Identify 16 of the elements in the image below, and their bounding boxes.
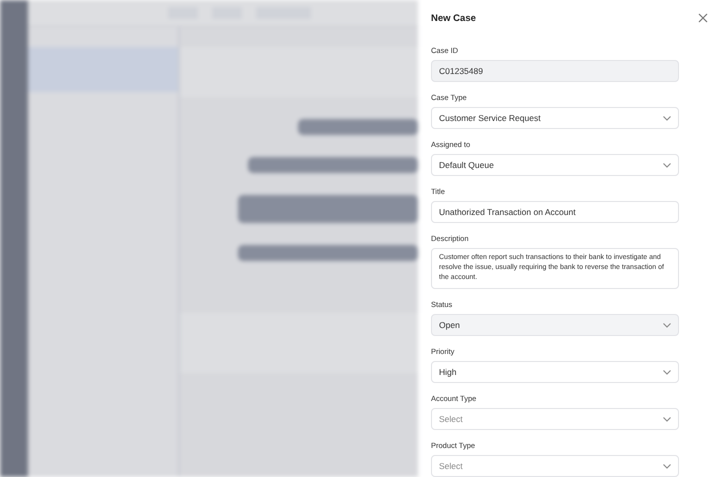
- dropdown-field[interactable]: Select: [431, 455, 679, 477]
- chevron-down-icon: [663, 370, 671, 374]
- text-field[interactable]: Unathorized Transaction on Account: [431, 201, 679, 223]
- dropdown-field[interactable]: Default Queue: [431, 154, 679, 176]
- dropdown-field[interactable]: Select: [431, 408, 679, 430]
- chevron-down-icon: [663, 162, 671, 168]
- chevron-down-icon: [663, 116, 671, 120]
- chevron-down-icon: [663, 464, 671, 468]
- panel-title: New Case: [431, 12, 476, 24]
- close-icon[interactable]: [698, 13, 708, 23]
- chevron-down-icon: [663, 322, 671, 328]
- dropdown-field[interactable]: Open: [431, 314, 679, 336]
- dropdown-field[interactable]: High: [431, 361, 679, 383]
- text-field[interactable]: C01235489: [431, 60, 679, 82]
- chevron-down-icon: [663, 416, 671, 422]
- dropdown-field[interactable]: Customer Service Request: [431, 107, 679, 129]
